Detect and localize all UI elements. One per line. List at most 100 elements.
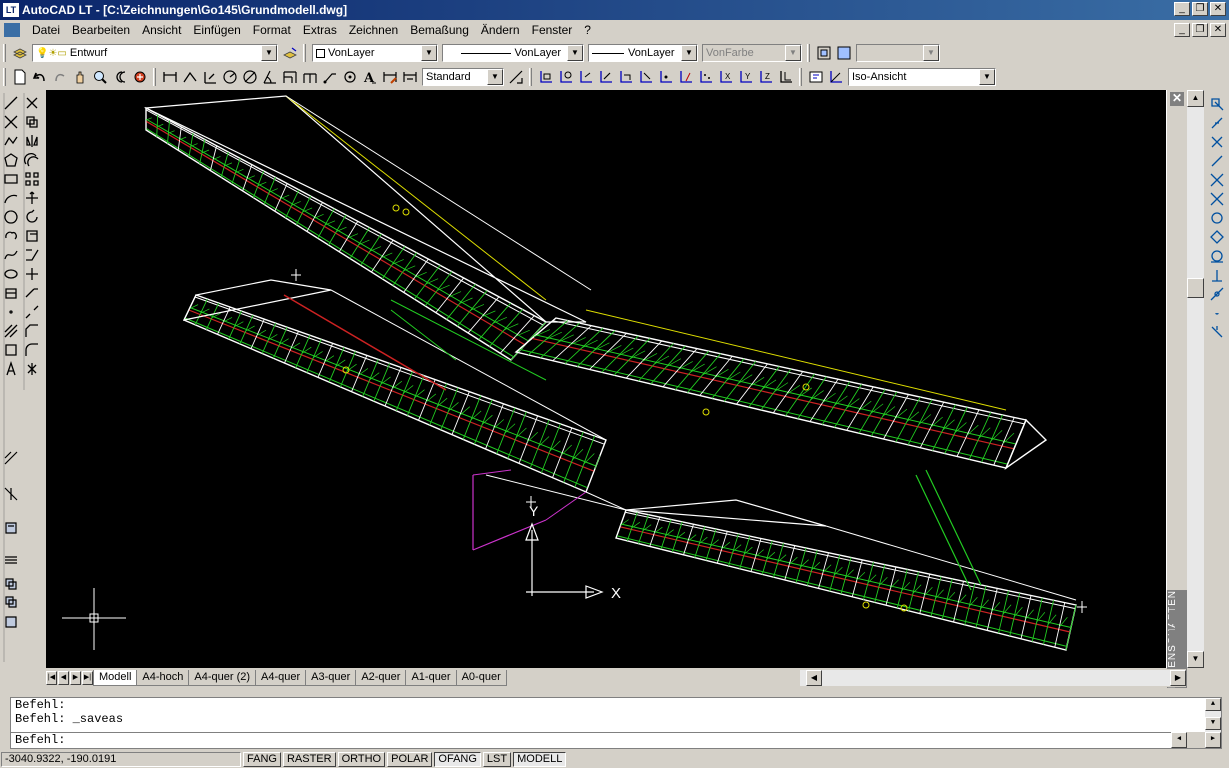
array-icon[interactable] bbox=[25, 172, 39, 186]
document-icon[interactable] bbox=[4, 23, 20, 37]
menu-bearbeiten[interactable]: Bearbeiten bbox=[66, 23, 136, 37]
command-hscroll[interactable]: ◀ ▶ bbox=[1171, 732, 1221, 748]
ucs-world-icon[interactable] bbox=[557, 68, 575, 86]
view-icon[interactable] bbox=[815, 44, 833, 62]
quick-leader-icon[interactable] bbox=[321, 68, 339, 86]
ucs-3point-icon[interactable] bbox=[697, 68, 715, 86]
scroll-left-icon[interactable]: ◀ bbox=[1171, 732, 1187, 748]
menu-einfuegen[interactable]: Einfügen bbox=[187, 23, 246, 37]
rectangle-icon[interactable] bbox=[4, 174, 18, 184]
dim-ordinate-icon[interactable] bbox=[201, 68, 219, 86]
status-toggle-fang[interactable]: FANG bbox=[243, 752, 281, 767]
status-toggle-polar[interactable]: POLAR bbox=[387, 752, 433, 767]
break-icon[interactable] bbox=[25, 305, 39, 319]
dim-radius-icon[interactable] bbox=[221, 68, 239, 86]
ucs-previous-icon[interactable] bbox=[577, 68, 595, 86]
copy-icon[interactable] bbox=[26, 116, 38, 128]
named-views-icon[interactable] bbox=[807, 68, 825, 86]
snap-extension-icon[interactable] bbox=[1211, 155, 1223, 167]
move-icon[interactable] bbox=[26, 191, 38, 204]
pan-icon[interactable] bbox=[71, 68, 89, 86]
close-icon[interactable]: ✕ bbox=[1170, 92, 1184, 106]
extra-tool-7-icon[interactable] bbox=[5, 616, 17, 628]
menu-fenster[interactable]: Fenster bbox=[526, 23, 579, 37]
revcloud-icon[interactable] bbox=[5, 231, 17, 240]
menu-datei[interactable]: Datei bbox=[26, 23, 66, 37]
menu-help[interactable]: ? bbox=[578, 23, 597, 37]
chevron-down-icon[interactable]: ▼ bbox=[681, 45, 697, 61]
erase-icon[interactable] bbox=[26, 97, 38, 109]
block-icon[interactable] bbox=[5, 288, 17, 299]
snap-center-icon[interactable] bbox=[1210, 173, 1224, 187]
polygon-icon[interactable] bbox=[4, 153, 18, 167]
coordinates-readout[interactable]: -3040.9322, -190.0191 bbox=[1, 752, 241, 767]
drawing-canvas[interactable]: Y X bbox=[46, 90, 1166, 668]
extra-tool-6-icon[interactable] bbox=[5, 596, 17, 608]
chamfer-icon[interactable] bbox=[25, 324, 38, 337]
ucs-origin-icon[interactable] bbox=[657, 68, 675, 86]
ucs-object-icon[interactable] bbox=[597, 68, 615, 86]
stretch-icon[interactable] bbox=[26, 249, 39, 261]
scroll-left-icon[interactable]: ◀ bbox=[806, 670, 822, 686]
toolbar-grip[interactable] bbox=[153, 68, 156, 86]
ucs-icon[interactable] bbox=[537, 68, 555, 86]
rotate-icon[interactable] bbox=[26, 209, 38, 223]
status-toggle-ortho[interactable]: ORTHO bbox=[337, 752, 386, 767]
ucs-y-icon[interactable]: Y bbox=[737, 68, 755, 86]
hatch-icon[interactable] bbox=[4, 324, 18, 338]
dim-edit-icon[interactable] bbox=[381, 68, 399, 86]
tab-a0-quer[interactable]: A0-quer bbox=[455, 670, 507, 686]
ucs-apply-icon[interactable] bbox=[777, 68, 795, 86]
first-tab-icon[interactable]: |◀ bbox=[46, 671, 57, 685]
region-icon[interactable] bbox=[5, 344, 17, 356]
status-toggle-raster[interactable]: RASTER bbox=[282, 752, 336, 767]
status-toggle-modell[interactable]: MODELL bbox=[513, 752, 567, 767]
snap-none-icon[interactable] bbox=[1215, 312, 1219, 315]
close-button[interactable]: ✕ bbox=[1210, 2, 1226, 16]
panel-autohide-icon[interactable] bbox=[1169, 630, 1184, 644]
tab-a4-hoch[interactable]: A4-hoch bbox=[136, 670, 190, 686]
zoom-previous-icon[interactable] bbox=[111, 68, 129, 86]
tab-a4-quer-2[interactable]: A4-quer (2) bbox=[188, 670, 257, 686]
command-window[interactable]: Befehl: Befehl: _saveas Befehl: ▲ ▼ ◀ ▶ bbox=[10, 697, 1222, 749]
lineweight-dropdown[interactable]: VonLayer ▼ bbox=[588, 44, 698, 62]
extra-tool-1-icon[interactable] bbox=[4, 451, 18, 465]
text-icon[interactable] bbox=[6, 360, 16, 376]
tab-a1-quer[interactable]: A1-quer bbox=[405, 670, 457, 686]
snap-settings-icon[interactable] bbox=[1211, 326, 1223, 338]
extra-tool-4-icon[interactable] bbox=[5, 556, 17, 564]
tab-a3-quer[interactable]: A3-quer bbox=[305, 670, 357, 686]
properties-icon[interactable] bbox=[131, 68, 149, 86]
extend-icon[interactable] bbox=[25, 288, 38, 298]
prev-tab-icon[interactable]: ◀ bbox=[58, 671, 69, 685]
next-tab-icon[interactable]: ▶ bbox=[70, 671, 81, 685]
point-icon[interactable] bbox=[9, 310, 13, 314]
menu-bemassung[interactable]: Bemaßung bbox=[404, 23, 475, 37]
tolerance-icon[interactable] bbox=[341, 68, 359, 86]
ucs-face-icon[interactable] bbox=[617, 68, 635, 86]
offset-icon[interactable] bbox=[23, 152, 39, 167]
extra-tool-5-icon[interactable] bbox=[5, 578, 17, 590]
snap-quadrant-icon[interactable] bbox=[1210, 192, 1224, 206]
ucs-x-icon[interactable]: X bbox=[717, 68, 735, 86]
undo-icon[interactable] bbox=[31, 68, 49, 86]
circle-icon[interactable] bbox=[4, 210, 18, 224]
zoom-icon[interactable] bbox=[91, 68, 109, 86]
dim-text-icon[interactable]: A bbox=[361, 68, 379, 86]
trim-icon[interactable] bbox=[26, 268, 38, 280]
spline-icon[interactable] bbox=[4, 250, 18, 260]
snap-parallel-icon[interactable] bbox=[1211, 250, 1223, 263]
scroll-up-icon[interactable]: ▲ bbox=[1187, 90, 1204, 107]
vertical-scrollbar[interactable]: ▲ ▼ bbox=[1187, 90, 1204, 668]
ucs-zaxis-icon[interactable] bbox=[677, 68, 695, 86]
scale-icon[interactable] bbox=[26, 230, 38, 242]
tab-modell[interactable]: Modell bbox=[93, 670, 138, 686]
toolbar-grip[interactable] bbox=[807, 44, 810, 62]
scroll-down-icon[interactable]: ▼ bbox=[1205, 717, 1221, 730]
dim-baseline-icon[interactable] bbox=[281, 68, 299, 86]
panel-option-icon[interactable] bbox=[1169, 610, 1184, 624]
menu-ansicht[interactable]: Ansicht bbox=[136, 23, 187, 37]
restore-button[interactable]: ❐ bbox=[1192, 2, 1208, 16]
layer-dropdown[interactable]: 💡☀▭ Entwurf ▼ bbox=[32, 44, 278, 62]
explode-icon[interactable] bbox=[27, 363, 37, 375]
